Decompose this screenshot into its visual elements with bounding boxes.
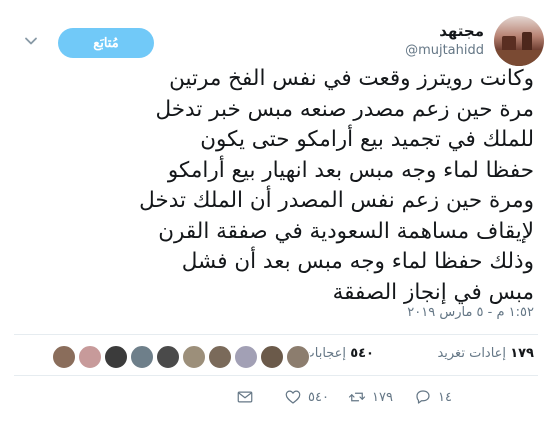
retweets-label: إعادات تغريد [437, 346, 507, 361]
tweet-line: حفظا لماء وجه مبس بعد انهيار بيع أرامكو [167, 157, 534, 183]
liker-avatar[interactable] [208, 345, 232, 369]
reply-count: ١٤ [438, 389, 452, 405]
retweets-stat[interactable]: ١٧٩ إعادات تغريد [437, 346, 534, 361]
likes-stat[interactable]: ٥٤٠ إعجابات [303, 346, 375, 361]
liker-avatar[interactable] [78, 345, 102, 369]
tweet-line: وكانت رويترز وقعت في نفس الفخ مرتين [169, 66, 534, 91]
chevron-down-icon[interactable] [24, 34, 38, 48]
tweet-line: مرة حين زعم مصدر صنعه مبس خبر تدخل [155, 96, 534, 122]
reply-action[interactable]: ١٤ [414, 388, 452, 406]
like-action[interactable]: ٥٤٠ [284, 388, 329, 406]
liker-avatar[interactable] [182, 345, 206, 369]
liker-avatar[interactable] [130, 345, 154, 369]
tweet-line: ومرة حين زعم نفس المصدر أن الملك تدخل [139, 188, 534, 213]
retweet-count: ١٧٩ [372, 389, 393, 405]
heart-icon [285, 390, 301, 404]
like-count: ٥٤٠ [308, 389, 329, 405]
tweet-actions: ١٤ ١٧٩ ٥٤٠ [0, 388, 560, 410]
liker-avatar[interactable] [260, 345, 284, 369]
liker-avatar[interactable] [52, 345, 76, 369]
reply-icon [416, 390, 430, 404]
tweet-text: وكانت رويترز وقعت في نفس الفخ مرتين مرة … [34, 64, 534, 308]
liker-avatar[interactable] [286, 345, 310, 369]
avatar[interactable] [494, 16, 544, 66]
tweet-line: وذلك حفظا لماء وجه مبس بعد أن فشل [181, 249, 534, 274]
likes-count: ٥٤٠ [350, 346, 374, 361]
stats-row: ١٧٩ إعادات تغريد ٥٤٠ إعجابات [0, 334, 560, 374]
liker-avatar[interactable] [234, 345, 258, 369]
tweet-header: مجتهد @mujtahidd مُتابَع [0, 10, 560, 66]
divider [14, 375, 538, 376]
avatar-butte [522, 32, 532, 52]
following-button[interactable]: مُتابَع [58, 28, 154, 58]
retweet-action[interactable]: ١٧٩ [348, 388, 393, 406]
tweet-line: للملك في تجميد بيع أرامكو حتى يكون [200, 127, 534, 152]
retweet-icon [348, 392, 366, 402]
tweet-line: مبس في إنجاز الصفقة [332, 279, 534, 305]
display-name[interactable]: مجتهد [439, 22, 484, 40]
liker-avatar[interactable] [104, 345, 128, 369]
tweet-line: لإيقاف مساهمة السعودية في صفقة القرن [158, 218, 534, 244]
liker-avatar[interactable] [156, 345, 180, 369]
dm-action[interactable] [236, 388, 254, 406]
handle[interactable]: @mujtahidd [405, 43, 484, 58]
retweets-count: ١٧٩ [510, 346, 534, 361]
envelope-icon [237, 391, 253, 403]
tweet-timestamp[interactable]: ١:٥٢ م - ٥ مارس ٢٠١٩ [407, 305, 534, 320]
